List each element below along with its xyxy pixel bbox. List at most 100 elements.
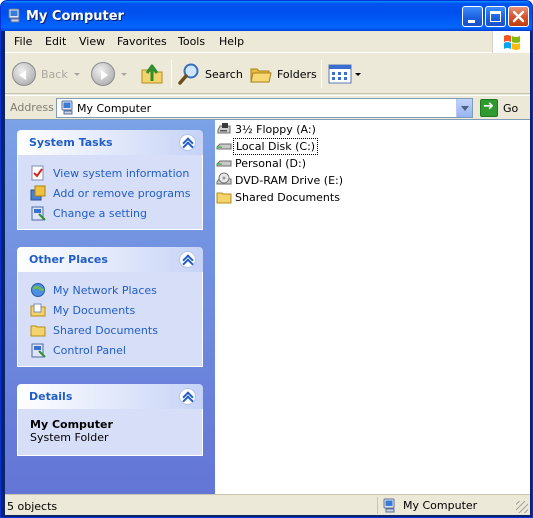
my-computer-icon [383,498,395,512]
details-type: System Folder [30,431,109,444]
close-icon [512,10,525,23]
menu-tools[interactable]: Tools [178,35,205,48]
folders-label: Folders [277,67,317,81]
details-header[interactable]: Details [17,384,203,409]
resize-grip[interactable] [516,501,528,513]
content-area: System Tasks View system information Add… [5,119,530,494]
my-computer-icon [8,8,20,23]
address-label: Address [10,101,54,114]
status-location-label: My Computer [403,499,478,512]
list-item-personal-d[interactable]: Personal (D:) [216,155,308,171]
hard-disk-icon [216,160,232,167]
maximize-icon [490,11,501,22]
other-places-header[interactable]: Other Places [17,247,203,272]
list-item-local-disk-c[interactable]: Local Disk (C:) [216,137,319,155]
address-input[interactable]: My Computer [56,98,473,118]
folder-icon [30,325,46,337]
address-dropdown-button[interactable] [456,99,472,117]
file-name: Local Disk (C:) [233,137,319,155]
minimize-icon [468,20,475,23]
object-count: 5 objects [7,500,58,513]
address-bar: Address My Computer Go [5,95,530,119]
system-tasks-title: System Tasks [29,136,113,149]
system-tasks-panel: System Tasks View system information Add… [17,130,203,230]
system-info-icon [31,165,44,181]
other-places-body: My Network Places My Documents Shared Do… [17,272,203,367]
menu-help[interactable]: Help [219,35,244,48]
menu-file[interactable]: File [14,35,32,48]
change-setting-icon [31,206,46,221]
file-name: 3½ Floppy (A:) [235,122,316,136]
up-button[interactable] [140,60,164,88]
folder-icon [216,192,232,204]
toolbar: Back Search Folders [5,54,530,94]
place-my-network-places[interactable]: My Network Places [18,280,202,300]
task-label: Change a setting [53,206,147,220]
my-documents-icon [30,303,46,317]
folder-up-icon [141,64,163,84]
back-label: Back [41,67,68,81]
forward-button[interactable] [91,60,127,88]
minimize-button[interactable] [462,6,483,27]
menu-edit[interactable]: Edit [45,35,66,48]
collapse-icon[interactable] [179,134,196,151]
list-item-floppy-a[interactable]: 3½ Floppy (A:) [216,121,318,137]
menu-view[interactable]: View [79,35,105,48]
go-button[interactable]: Go [480,99,518,117]
toolbar-separator [171,60,172,88]
go-arrow-icon [480,99,498,117]
system-tasks-header[interactable]: System Tasks [17,130,203,155]
place-label: My Documents [53,303,136,317]
status-bar: 5 objects My Computer [5,494,530,515]
floppy-drive-icon [217,123,231,134]
menu-favorites[interactable]: Favorites [117,35,167,48]
status-location: My Computer [377,497,517,514]
place-shared-documents[interactable]: Shared Documents [18,320,202,340]
window-title: My Computer [26,9,124,24]
file-name: Shared Documents [235,190,340,204]
details-title: Details [29,390,73,403]
back-arrow-icon [12,62,36,86]
file-name: DVD-RAM Drive (E:) [235,173,344,187]
search-button[interactable]: Search [177,60,243,88]
add-remove-programs-icon [30,185,46,201]
folders-button[interactable]: Folders [249,60,317,88]
back-button[interactable]: Back [12,60,80,88]
back-dropdown-icon[interactable] [73,72,80,76]
my-computer-icon [61,100,73,115]
collapse-icon[interactable] [179,388,196,405]
details-panel: Details My Computer System Folder [17,384,203,456]
windows-flag-icon [504,35,520,50]
collapse-icon[interactable] [179,251,196,268]
windows-logo [492,31,530,53]
system-tasks-body: View system information Add or remove pr… [17,155,203,230]
close-button[interactable] [508,6,529,27]
place-label: Shared Documents [53,323,158,337]
details-name: My Computer [30,418,113,431]
forward-arrow-icon [91,62,115,86]
list-item-dvd-ram-e[interactable]: DVD-RAM Drive (E:) [216,172,345,188]
task-add-remove-programs[interactable]: Add or remove programs [18,183,202,203]
search-label: Search [205,67,243,81]
explorer-window: My Computer File Edit View Favorites Too… [0,0,533,518]
network-places-icon [31,283,45,297]
views-button[interactable] [328,60,361,88]
toolbar-separator [321,60,322,88]
task-view-system-information[interactable]: View system information [18,163,202,183]
place-my-documents[interactable]: My Documents [18,300,202,320]
details-body: My Computer System Folder [17,409,203,456]
menu-bar: File Edit View Favorites Tools Help [5,31,530,53]
other-places-title: Other Places [29,253,108,266]
search-icon [178,63,199,85]
go-label: Go [503,101,519,115]
maximize-button[interactable] [485,6,506,27]
place-control-panel[interactable]: Control Panel [18,340,202,360]
task-change-setting[interactable]: Change a setting [18,203,202,223]
other-places-panel: Other Places My Network Places My Docume… [17,247,203,367]
forward-dropdown-icon[interactable] [121,72,127,76]
hard-disk-icon [216,143,232,150]
list-item-shared-documents[interactable]: Shared Documents [216,189,342,205]
title-bar[interactable]: My Computer [1,1,532,31]
place-label: My Network Places [53,283,157,297]
views-icon [328,64,352,84]
